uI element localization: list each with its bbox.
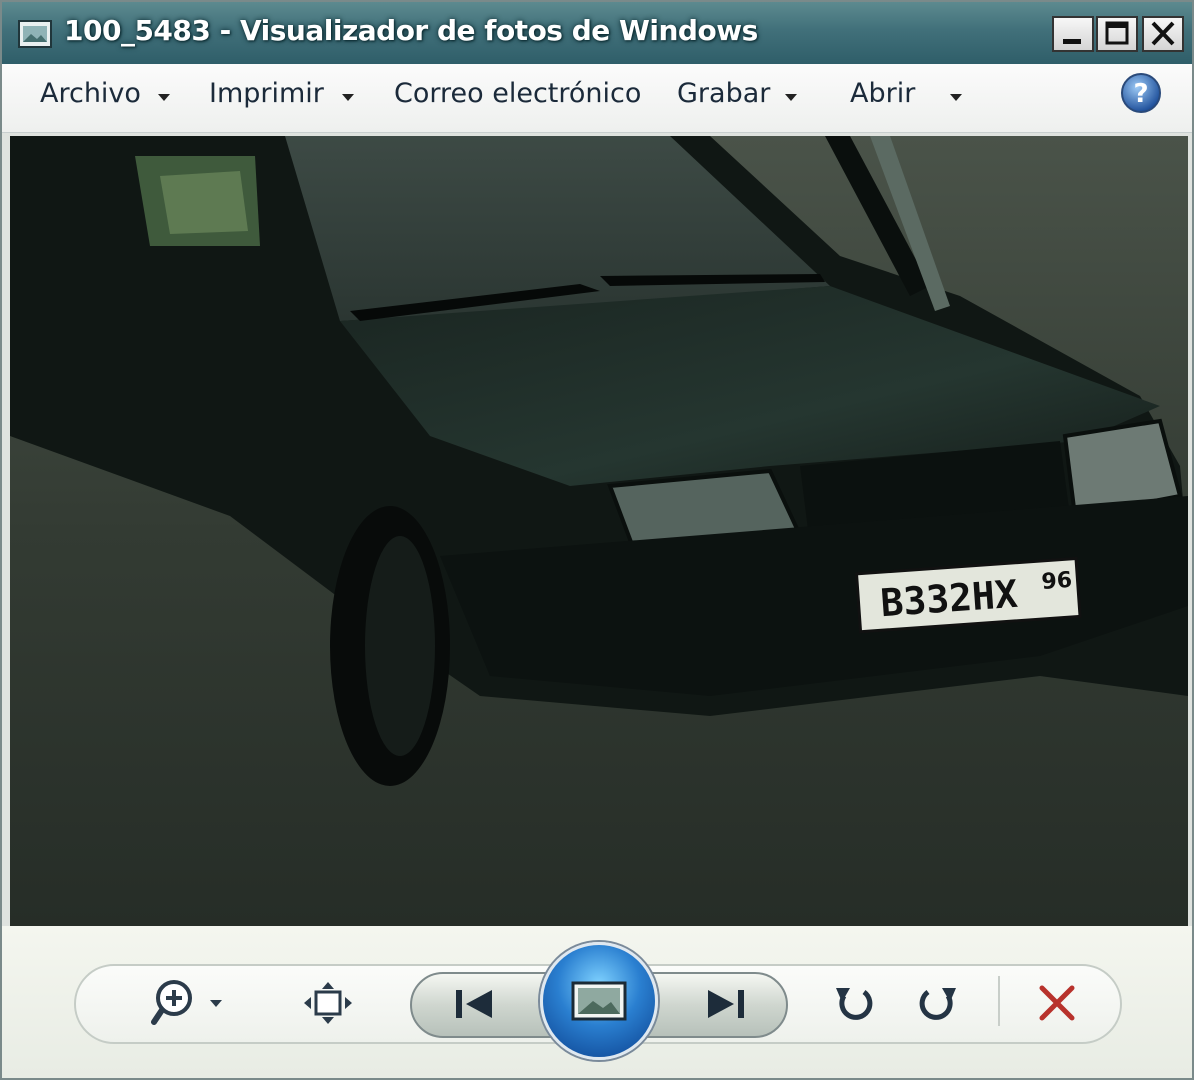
- zoom-icon[interactable]: [150, 978, 230, 1028]
- menu-imprimir[interactable]: Imprimir: [209, 78, 324, 109]
- menu-correo-electronico[interactable]: Correo electrónico: [394, 78, 641, 109]
- menu-abrir[interactable]: Abrir: [850, 78, 915, 109]
- license-plate-region: 96: [1041, 568, 1073, 595]
- slideshow-button[interactable]: [540, 942, 658, 1060]
- svg-text:?: ?: [1133, 79, 1148, 109]
- rotate-ccw-icon[interactable]: [830, 980, 876, 1026]
- actual-size-icon[interactable]: [302, 980, 354, 1026]
- toolbar-separator: [998, 976, 1000, 1026]
- slideshow-icon: [571, 981, 627, 1021]
- previous-icon[interactable]: [452, 984, 498, 1024]
- photo-viewer-app-icon: [18, 20, 52, 48]
- menu-bar: Archivo Imprimir Correo electrónico Grab…: [2, 64, 1192, 133]
- help-icon[interactable]: ?: [1120, 72, 1162, 114]
- minimize-icon: [1063, 39, 1081, 44]
- chevron-down-icon[interactable]: [158, 94, 170, 101]
- close-icon: [1151, 21, 1175, 46]
- minimize-button[interactable]: [1052, 16, 1094, 52]
- maximize-icon: [1105, 21, 1129, 45]
- menu-archivo[interactable]: Archivo: [40, 78, 141, 109]
- car-photo: B332HX 96: [10, 136, 1188, 926]
- chevron-down-icon[interactable]: [785, 94, 797, 101]
- title-bar[interactable]: 100_5483 - Visualizador de fotos de Wind…: [2, 2, 1192, 64]
- menu-grabar[interactable]: Grabar: [677, 78, 770, 109]
- bottom-control-bar: [2, 926, 1192, 1078]
- rotate-cw-icon[interactable]: [916, 980, 962, 1026]
- window-title: 100_5483 - Visualizador de fotos de Wind…: [64, 14, 758, 47]
- chevron-down-icon[interactable]: [342, 94, 354, 101]
- next-icon[interactable]: [702, 984, 748, 1024]
- photo-viewer-window: 100_5483 - Visualizador de fotos de Wind…: [0, 0, 1194, 1080]
- close-button[interactable]: [1142, 16, 1184, 52]
- delete-icon[interactable]: [1036, 982, 1078, 1024]
- photo-display[interactable]: B332HX 96: [10, 136, 1188, 926]
- maximize-button[interactable]: [1096, 16, 1138, 52]
- chevron-down-icon[interactable]: [950, 94, 962, 101]
